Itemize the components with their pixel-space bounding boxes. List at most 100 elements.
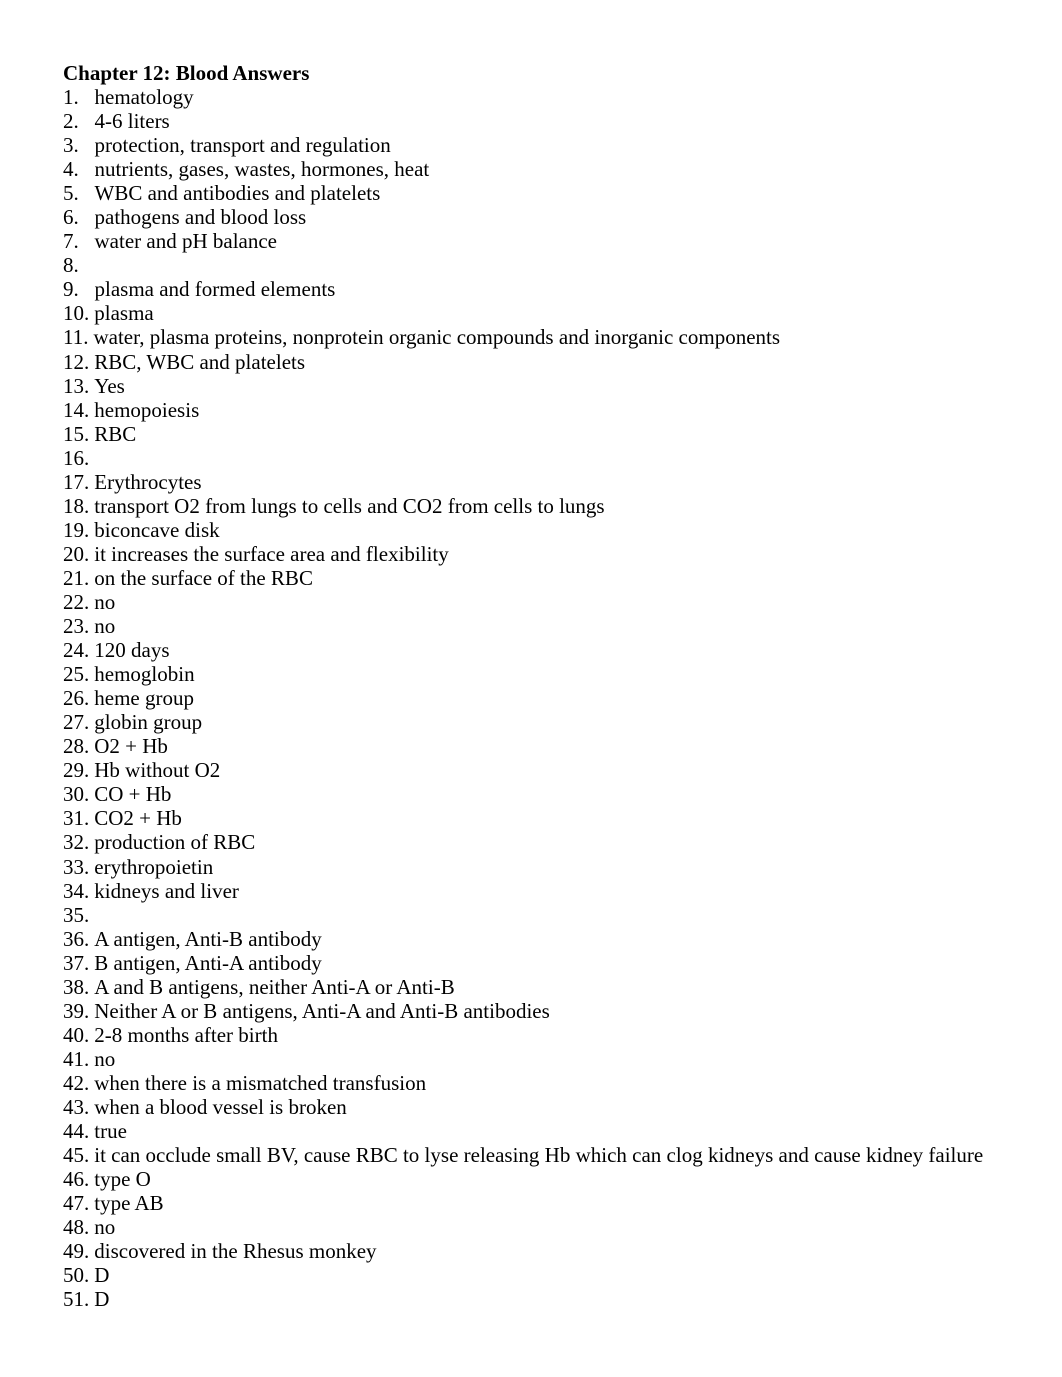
answer-item: 9. plasma and formed elements — [63, 277, 1023, 301]
answer-item: 18. transport O2 from lungs to cells and … — [63, 494, 1023, 518]
answer-text: true — [94, 1119, 127, 1144]
answer-number: 13. — [63, 373, 90, 398]
answer-item: 22. no — [63, 590, 1023, 614]
answer-number: 27. — [63, 710, 90, 735]
answer-number: 12. — [63, 349, 90, 374]
answer-item: 15. RBC — [63, 422, 1023, 446]
answer-item: 6. pathogens and blood loss — [63, 205, 1023, 229]
answer-item: 31. CO2 + Hb — [63, 806, 1023, 830]
answer-number: 19. — [63, 517, 90, 542]
answer-number: 39. — [63, 998, 90, 1023]
answer-text: water, plasma proteins, nonprotein organ… — [93, 325, 781, 350]
answer-number: 36. — [63, 926, 90, 951]
answer-number: 46. — [63, 1167, 90, 1192]
answer-text: A antigen, Anti-B antibody — [94, 926, 322, 951]
answer-text: type O — [94, 1167, 151, 1192]
answer-text: pathogens and blood loss — [94, 205, 307, 230]
answer-number: 25. — [63, 662, 90, 687]
answer-item: 11. water, plasma proteins, nonprotein or… — [63, 325, 1023, 349]
answer-text: 120 days — [94, 638, 170, 663]
answer-number: 37. — [63, 950, 90, 975]
answer-item: 7. water and pH balance — [63, 229, 1023, 253]
answer-number: 2. — [63, 109, 79, 134]
answer-number: 3. — [63, 133, 79, 158]
answer-number: 33. — [63, 854, 90, 879]
answer-item: 27. globin group — [63, 710, 1023, 734]
answer-text: no — [94, 1046, 116, 1071]
answer-number: 26. — [63, 686, 90, 711]
answer-item: 24. 120 days — [63, 638, 1023, 662]
answer-text: Erythrocytes — [94, 469, 202, 494]
answer-item: 2. 4-6 liters — [63, 109, 1023, 133]
answer-item: 38. A and B antigens, neither Anti-A or A… — [63, 975, 1023, 999]
answer-text: hemoglobin — [94, 662, 195, 687]
answer-text: plasma — [94, 301, 154, 326]
answer-number: 34. — [63, 878, 90, 903]
answer-item: 35. — [63, 903, 1023, 927]
answer-text: 2-8 months after birth — [94, 1022, 278, 1047]
answer-item: 34. kidneys and liver — [63, 879, 1023, 903]
answer-item: 13. Yes — [63, 374, 1023, 398]
answer-text: Yes — [94, 373, 125, 398]
answer-text: Hb without O2 — [94, 758, 221, 783]
answer-number: 23. — [63, 614, 90, 639]
answer-number: 21. — [63, 565, 90, 590]
answer-text: 4-6 liters — [94, 109, 170, 134]
answer-text: discovered in the Rhesus monkey — [94, 1239, 377, 1264]
answer-item: 39. Neither A or B antigens, Anti-A and A… — [63, 999, 1023, 1023]
answer-item: 21. on the surface of the RBC — [63, 566, 1023, 590]
answer-number: 11. — [63, 325, 89, 350]
answer-text: hematology — [94, 85, 194, 109]
answer-number: 24. — [63, 638, 90, 663]
answer-number: 16. — [63, 445, 90, 470]
answer-item: 26. heme group — [63, 686, 1023, 710]
answer-text: nutrients, gases, wastes, hormones, heat — [94, 157, 430, 182]
answer-text: erythropoietin — [94, 854, 214, 879]
answer-text: biconcave disk — [94, 517, 220, 542]
answer-text: heme group — [94, 686, 194, 711]
answer-number: 45. — [63, 1143, 90, 1168]
answer-text: type AB — [94, 1191, 164, 1216]
answer-item: 37. B antigen, Anti-A antibody — [63, 951, 1023, 975]
answer-item: 10. plasma — [63, 301, 1023, 325]
answer-item: 42. when there is a mismatched transfusio… — [63, 1071, 1023, 1095]
answer-item: 1. hematology — [63, 85, 1023, 109]
answer-text: globin group — [94, 710, 203, 735]
answer-number: 8. — [63, 253, 79, 278]
answer-text: when a blood vessel is broken — [94, 1094, 347, 1119]
answer-number: 32. — [63, 830, 90, 855]
answer-number: 30. — [63, 782, 90, 807]
answer-item: 33. erythropoietin — [63, 855, 1023, 879]
answer-text: B antigen, Anti-A antibody — [94, 950, 322, 975]
answer-item: 41. no — [63, 1047, 1023, 1071]
answer-text: CO2 + Hb — [94, 806, 182, 831]
answer-text: plasma and formed elements — [94, 277, 336, 302]
answer-text: no — [94, 1215, 116, 1240]
answer-text: RBC, WBC and platelets — [94, 349, 306, 374]
answer-number: 35. — [63, 902, 90, 927]
answer-text: WBC and antibodies and platelets — [94, 181, 381, 206]
answer-item: 19. biconcave disk — [63, 518, 1023, 542]
answer-text: hemopoiesis — [94, 397, 200, 422]
answer-text: Neither A or B antigens, Anti-A and Anti… — [94, 998, 550, 1023]
answer-item: 45. it can occlude small BV, cause RBC to… — [63, 1143, 1023, 1167]
answer-item: 8. — [63, 253, 1023, 277]
answer-text: D — [94, 1287, 110, 1312]
answer-item: 14. hemopoiesis — [63, 398, 1023, 422]
answer-number: 40. — [63, 1022, 90, 1047]
answer-number: 1. — [63, 85, 79, 109]
answer-text: CO + Hb — [94, 782, 172, 807]
answer-number: 28. — [63, 734, 90, 759]
answer-item: 4. nutrients, gases, wastes, hormones, he… — [63, 157, 1023, 181]
answer-number: 49. — [63, 1239, 90, 1264]
answer-text: D — [94, 1263, 110, 1288]
answer-number: 31. — [63, 806, 90, 831]
document-page: Chapter 12: Blood Answers 1. hematology 2.… — [63, 61, 1023, 1311]
answer-number: 50. — [63, 1263, 90, 1288]
answer-number: 6. — [63, 205, 79, 230]
answer-item: 5. WBC and antibodies and platelets — [63, 181, 1023, 205]
document-title: Chapter 12: Blood Answers — [63, 61, 310, 85]
answer-item: 16. — [63, 446, 1023, 470]
answer-number: 22. — [63, 589, 90, 614]
answer-item: 20. it increases the surface area and fle… — [63, 542, 1023, 566]
